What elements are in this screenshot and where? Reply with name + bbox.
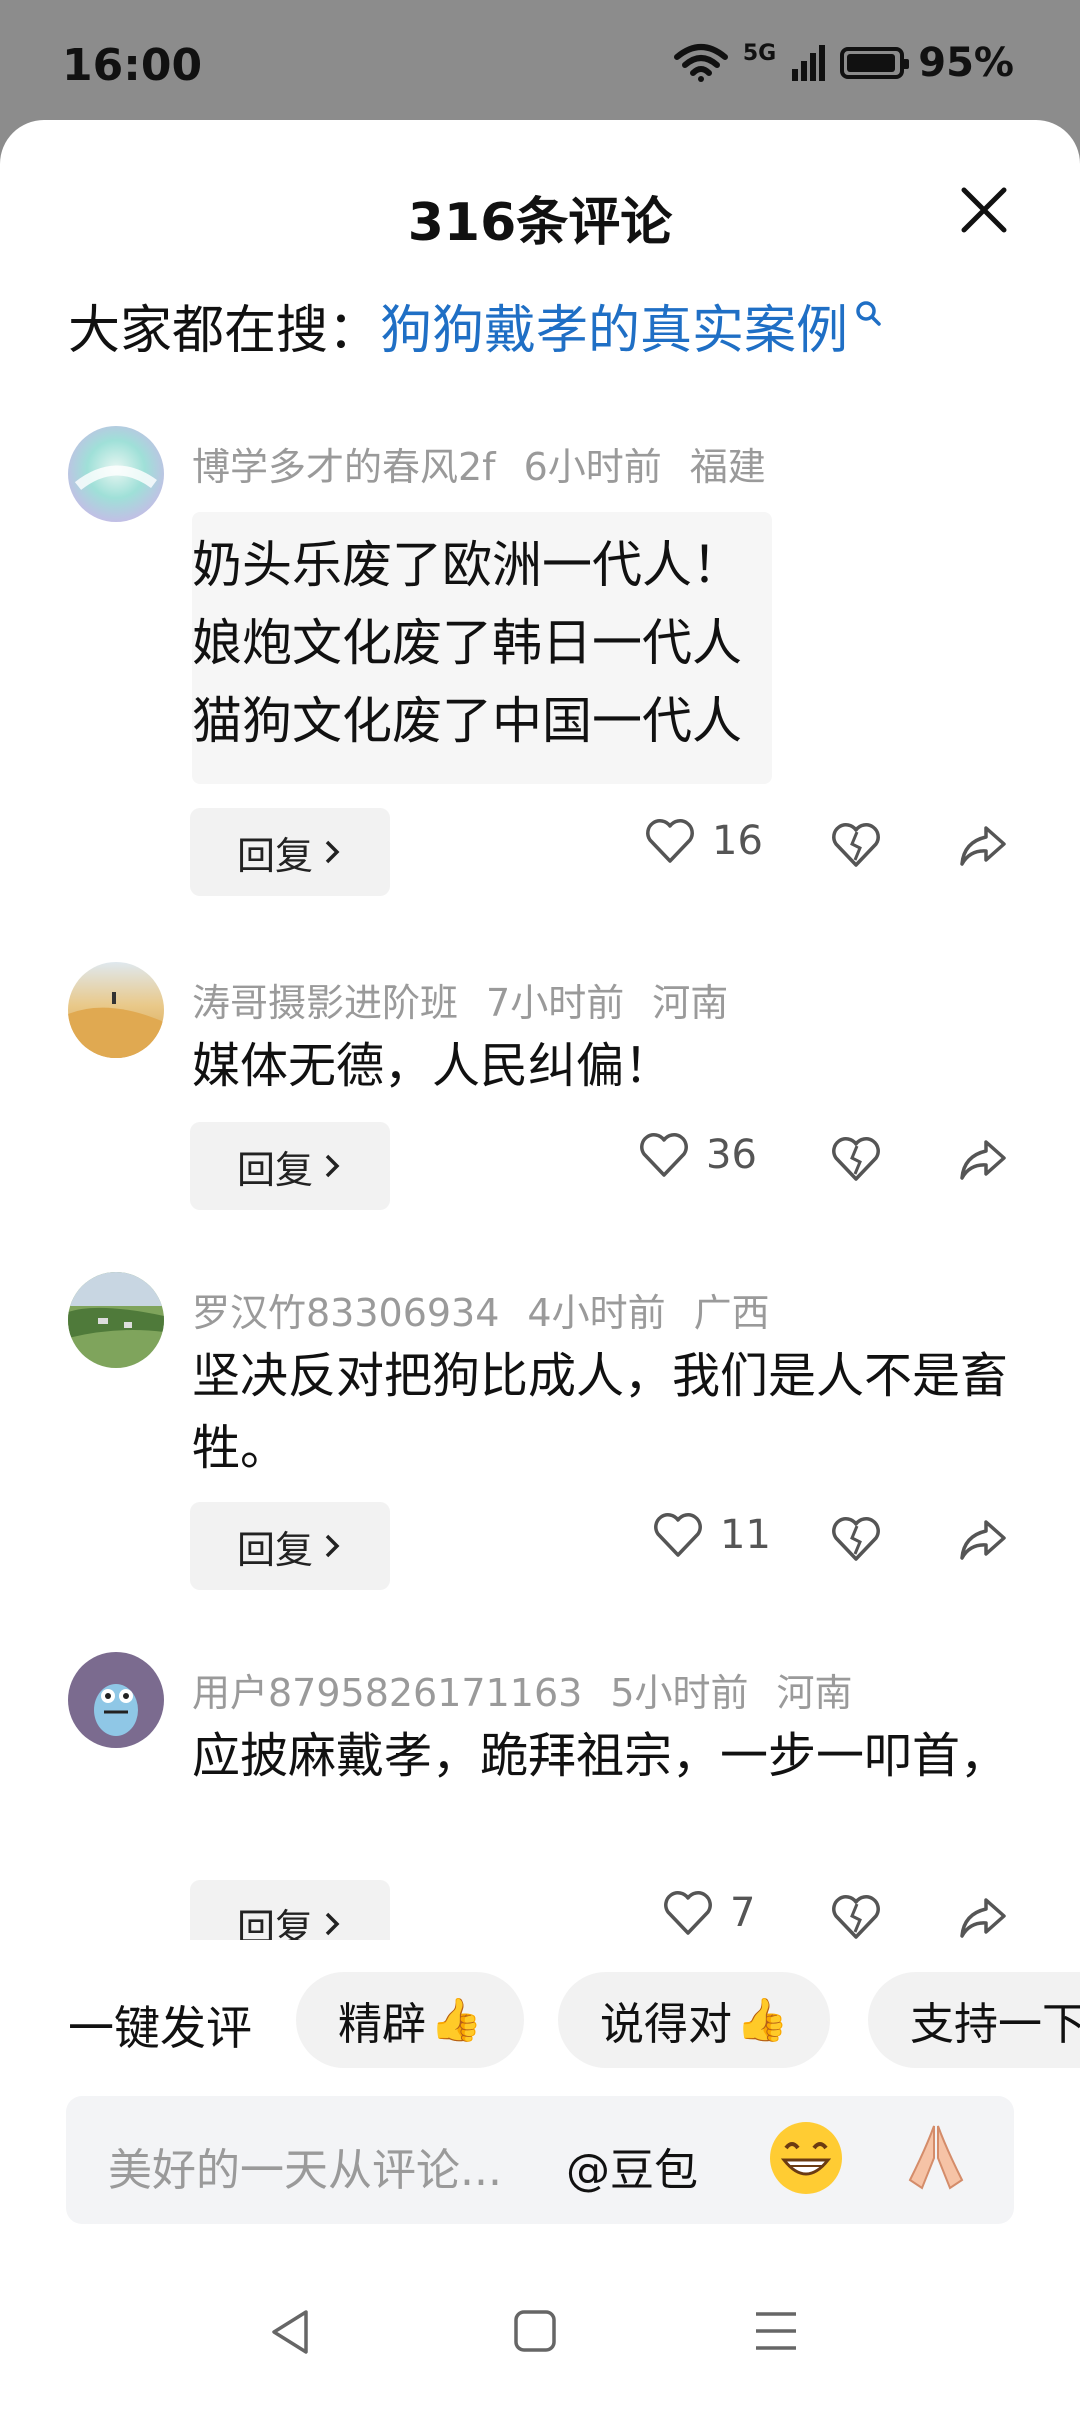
like-button[interactable]: 11 [652,1512,771,1558]
comment-time: 5小时前 [610,1671,749,1715]
comment-meta: 涛哥摄影进阶班 7小时前 河南 [192,972,756,1027]
battery-percent: 95% [918,40,1014,86]
sheet-title: 316条评论 [407,193,673,253]
quick-reply-chip[interactable]: 说得对 👍 [558,1972,831,2068]
comment-actions: 回复 16 [0,808,1080,896]
avatar[interactable] [68,1652,164,1748]
comment-text: 媒体无德，人民纠偏！ [192,1038,673,1094]
pray-emoji-icon[interactable] [896,2118,976,2198]
comment-time: 4小时前 [527,1291,666,1335]
comment-time: 6小时前 [523,445,662,489]
reply-label: 回复 [236,1527,313,1572]
thumbs-up-icon: 👍 [736,1995,789,2044]
nav-back-icon[interactable] [268,2308,312,2356]
comment-actions: 回复 11 [0,1502,1080,1590]
like-count: 11 [720,1512,771,1558]
like-button[interactable]: 7 [662,1890,755,1936]
comments-sheet: 316条评论 大家都在搜： 狗狗戴孝的真实案例 博学多才的春风2f 6小时前 福建 … [0,120,1080,2412]
image-text-line: 娘炮文化废了韩日一代人 [192,614,742,672]
share-icon[interactable] [956,1894,1008,1940]
like-icon [664,1891,712,1935]
wifi-icon [673,44,728,82]
comment-meta: 罗汉竹83306934 4小时前 广西 [192,1282,798,1337]
quick-reply-chip[interactable]: 精辟 👍 [296,1972,525,2068]
dislike-icon[interactable] [830,1516,882,1562]
avatar[interactable] [68,962,164,1058]
comment-username[interactable]: 罗汉竹83306934 [192,1291,499,1335]
like-icon [640,1133,688,1177]
status-time: 16:00 [62,40,203,91]
reply-button[interactable]: 回复 [190,808,390,896]
avatar[interactable] [68,1272,164,1368]
comment-image[interactable]: 奶头乐废了欧洲一代人！ 娘炮文化废了韩日一代人 猫狗文化废了中国一代人 [192,512,772,784]
like-icon [646,819,694,863]
mention-bot-button[interactable]: @豆包 [566,2134,698,2198]
comment-location: 福建 [689,445,766,489]
chip-label: 支持一下 [910,1999,1080,2050]
thumbs-up-icon: 👍 [430,1995,483,2044]
comment-item: 罗汉竹83306934 4小时前 广西 坚决反对把狗比成人，我们是人不是畜牲。 回复… [0,1272,1080,1632]
comment-actions: 回复 36 [0,1122,1080,1210]
search-suggestion[interactable]: 大家都在搜： 狗狗戴孝的真实案例 [68,288,882,363]
quick-reply-chip[interactable]: 支持一下 [868,1972,1080,2068]
chevron-right-icon [325,1534,340,1558]
nav-menu-icon[interactable] [752,2308,800,2354]
input-placeholder: 美好的一天从评论... [108,2145,502,2196]
comment-location: 河南 [776,1671,853,1715]
chevron-right-icon [325,1912,340,1936]
comment-meta: 用户8795826171163 5小时前 河南 [192,1662,881,1717]
like-count: 7 [730,1890,756,1936]
comment-input[interactable]: 美好的一天从评论... @豆包 [66,2096,1014,2224]
close-icon[interactable] [958,184,1010,236]
avatar[interactable] [68,426,164,522]
comment-meta: 博学多才的春风2f 6小时前 福建 [192,436,794,491]
dislike-icon[interactable] [830,822,882,868]
chevron-right-icon [325,840,340,864]
share-icon[interactable] [956,1516,1008,1562]
network-type: 5G [742,40,777,66]
comment-item: 用户8795826171163 5小时前 河南 应披麻戴孝，跪拜祖宗，一步一叩首， … [0,1652,1080,1972]
search-suggestion-label: 大家都在搜： [68,301,381,361]
comment-item: 涛哥摄影进阶班 7小时前 河南 媒体无德，人民纠偏！ 回复 36 [0,962,1080,1262]
reply-label: 回复 [236,1147,313,1192]
comment-username[interactable]: 用户8795826171163 [192,1671,582,1715]
reply-button[interactable]: 回复 [190,1122,390,1210]
search-suggestion-term[interactable]: 狗狗戴孝的真实案例 [380,288,848,363]
like-count: 16 [712,818,763,864]
nav-home-icon[interactable] [512,2308,558,2354]
reply-label: 回复 [236,833,313,878]
like-button[interactable]: 36 [638,1132,757,1178]
comment-username[interactable]: 博学多才的春风2f [192,445,496,489]
like-button[interactable]: 16 [644,818,763,864]
image-text-line: 奶头乐废了欧洲一代人！ [192,536,742,594]
comment-time: 7小时前 [486,981,625,1025]
comment-location: 广西 [693,1291,770,1335]
quick-reply-label: 一键发评 [68,2001,252,2055]
dislike-icon[interactable] [830,1894,882,1940]
comment-text: 坚决反对把狗比成人，我们是人不是畜牲。 [192,1348,1009,1476]
status-icons: 5G 95% [673,40,1014,86]
search-icon [856,300,881,326]
reply-button[interactable]: 回复 [190,1502,390,1590]
status-bar: 16:00 5G 95% [0,0,1080,120]
like-icon [654,1513,702,1557]
comment-item: 博学多才的春风2f 6小时前 福建 奶头乐废了欧洲一代人！ 娘炮文化废了韩日一代人 … [0,426,1080,1026]
system-nav-bar [0,2280,1080,2400]
grin-emoji-icon[interactable] [766,2118,846,2198]
comment-text: 应披麻戴孝，跪拜祖宗，一步一叩首， [192,1728,1009,1784]
chip-label: 说得对 [600,1999,732,2050]
chevron-right-icon [325,1154,340,1178]
share-icon[interactable] [956,1136,1008,1182]
share-icon[interactable] [956,822,1008,868]
comment-location: 河南 [652,981,729,1025]
battery-icon [840,47,910,79]
signal-icon [792,45,826,81]
image-text-line: 猫狗文化废了中国一代人 [192,692,742,750]
comment-username[interactable]: 涛哥摄影进阶班 [192,981,458,1025]
dislike-icon[interactable] [830,1136,882,1182]
chip-label: 精辟 [338,1999,426,2050]
quick-reply-row: 一键发评 精辟 👍 说得对 👍 支持一下 [0,1972,1080,2068]
like-count: 36 [706,1132,757,1178]
